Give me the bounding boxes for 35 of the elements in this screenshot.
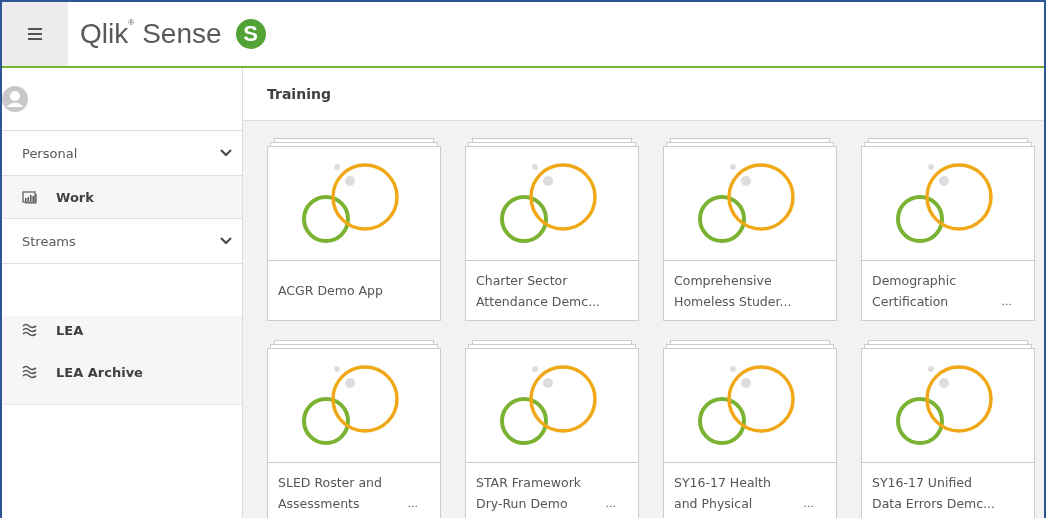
app-title: Charter Sector Attendance Demc... xyxy=(476,271,601,311)
ellipsis-text: ... xyxy=(407,496,418,512)
app-card[interactable]: Demographic Certification ... xyxy=(861,146,1035,321)
app-title: SLED Roster and Assessments xyxy=(278,473,382,513)
stream-title: Training xyxy=(267,86,331,102)
stream-icon xyxy=(22,365,38,379)
chart-icon xyxy=(22,190,38,204)
logo-badge: S xyxy=(235,19,266,49)
stream-item[interactable]: LEA xyxy=(2,316,242,344)
chevron-icon xyxy=(220,237,232,245)
app-title: SY16-17 Health and Physical xyxy=(674,473,771,513)
app-card[interactable]: Charter Sector Attendance Demc... xyxy=(465,146,639,321)
ellipsis-text: ... xyxy=(1001,294,1012,310)
app-title: Comprehensive Homeless Studer... xyxy=(674,271,792,311)
avatar-icon[interactable] xyxy=(2,86,28,112)
ellipsis-text: ... xyxy=(803,496,814,512)
app-card[interactable]: STAR Framework Dry-Run Demo ... xyxy=(465,348,639,518)
menu-button[interactable] xyxy=(2,2,68,66)
app-card[interactable]: Comprehensive Homeless Studer... xyxy=(663,146,837,321)
work-item[interactable]: Work xyxy=(2,176,242,219)
app-card[interactable]: SLED Roster and Assessments ... xyxy=(267,348,441,518)
app-title: SY16-17 Unified Data Errors Demc... xyxy=(872,473,996,513)
app-title: ACGR Demo App xyxy=(278,282,383,300)
ellipsis-text: ... xyxy=(605,496,616,512)
app-title: STAR Framework Dry-Run Demo xyxy=(476,473,581,513)
menu-icon xyxy=(28,28,42,40)
chevron-icon xyxy=(220,149,232,157)
product-name: Sense xyxy=(142,18,222,50)
stream-item[interactable]: LEA Archive xyxy=(2,344,242,404)
logo-text: Qlik$^{®}$ xyxy=(80,18,135,50)
app-card[interactable]: SY16-17 Health and Physical ... xyxy=(663,348,837,518)
app-card[interactable]: SY16-17 Unified Data Errors Demc... xyxy=(861,348,1035,518)
app-title: Demographic Certification xyxy=(872,271,957,311)
stream-icon xyxy=(22,323,38,337)
app-card[interactable]: ACGR Demo App xyxy=(267,146,441,321)
